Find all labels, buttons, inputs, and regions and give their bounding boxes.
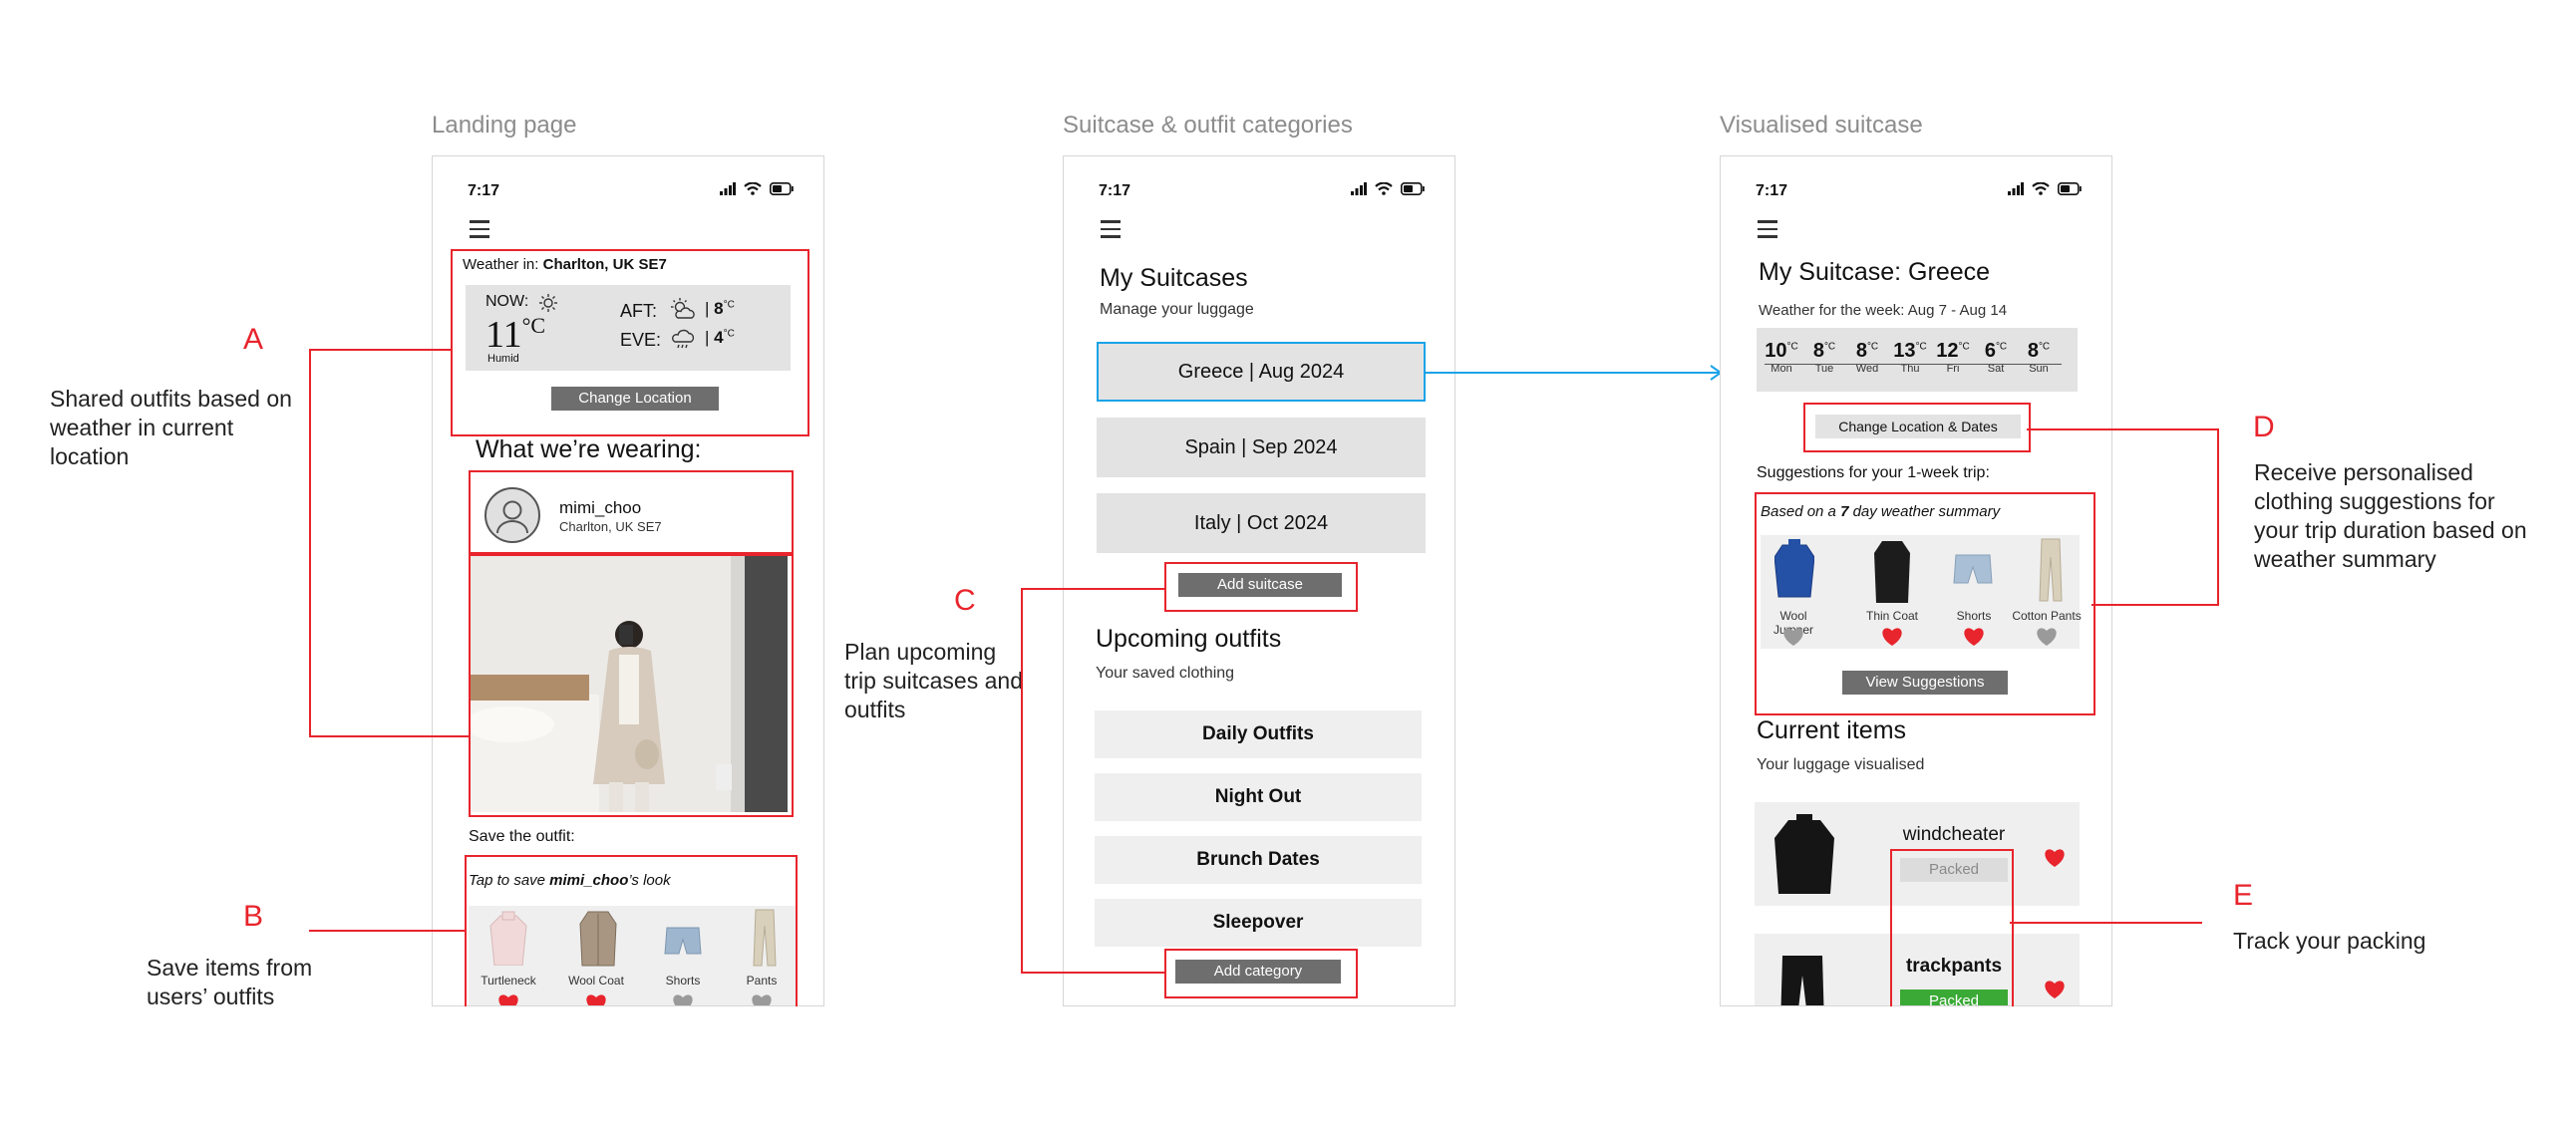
category-sleepover[interactable]: Sleepover [1095, 899, 1422, 947]
suitcase-screen-title: Suitcase & outfit categories [1063, 112, 1353, 139]
highlight-add-category [1164, 949, 1358, 998]
menu-icon[interactable] [1101, 220, 1121, 238]
wifi-icon [2032, 182, 2050, 195]
category-brunch-dates[interactable]: Brunch Dates [1095, 836, 1422, 884]
save-outfit-label: Save the outfit: [469, 828, 575, 845]
battery-icon [770, 182, 794, 195]
landing-screen-title: Landing page [432, 112, 577, 139]
suitcase-italy[interactable]: Italy | Oct 2024 [1097, 493, 1426, 553]
annotation-d-text: Receive personalised clothing suggestion… [2254, 459, 2527, 572]
forecast-divider [1765, 364, 2062, 365]
signal-icon [720, 182, 736, 195]
suitcase-greece[interactable]: Greece | Aug 2024 [1097, 342, 1426, 402]
weekly-weather-card: 10°C Mon 8°C Tue 8°C Wed 13°C Thu 12°C Fri 6°… [1757, 328, 2078, 392]
annotation-b-line [309, 930, 465, 932]
highlight-save-items [465, 855, 798, 1006]
outfits-subtitle: Your saved clothing [1096, 665, 1235, 682]
suitcases-title: My Suitcases [1100, 264, 1248, 292]
annotation-e-text: Track your packing [2233, 928, 2426, 954]
annotation-letter-e: E [2233, 879, 2254, 912]
wifi-icon [1375, 182, 1393, 195]
status-icons [1351, 182, 1425, 195]
highlight-packed [1890, 849, 2014, 1006]
day-forecast: 6°C Sat [1984, 340, 2008, 375]
highlight-post-header [469, 470, 794, 556]
day-forecast: 13°C Thu [1893, 340, 1927, 375]
annotation-c-line-bottom [1021, 972, 1164, 974]
annotation-letter-b: B [243, 900, 264, 933]
day-forecast: 12°C Fri [1936, 340, 1970, 375]
flow-arrow-line [1425, 372, 1719, 374]
highlight-weather [451, 249, 809, 436]
status-icons [720, 182, 794, 195]
annotation-c-bracket [1021, 588, 1023, 974]
trackpants-image [1780, 956, 1824, 1005]
weather-week: Weather for the week: Aug 7 - Aug 14 [1759, 302, 2008, 319]
category-daily-outfits[interactable]: Daily Outfits [1095, 710, 1422, 758]
visualised-screen-title: Visualised suitcase [1720, 112, 1923, 139]
current-items-title: Current items [1757, 716, 1907, 744]
suitcase-detail-title: My Suitcase: Greece [1759, 258, 1991, 286]
heart-icon[interactable] [2044, 848, 2066, 868]
annotation-b-text: Save items from users’ outfits [147, 955, 313, 1009]
highlight-change-dates [1803, 403, 2031, 452]
highlight-photo [469, 552, 794, 817]
day-forecast: 8°C Tue [1812, 340, 1836, 375]
menu-icon[interactable] [1758, 220, 1777, 238]
menu-icon[interactable] [470, 220, 489, 238]
suitcase-spain[interactable]: Spain | Sep 2024 [1097, 418, 1426, 477]
annotation-a-line-bottom [309, 735, 469, 737]
windcheater-image [1774, 814, 1834, 894]
status-time: 7:17 [468, 182, 500, 199]
wifi-icon [744, 182, 762, 195]
wearing-title: What we’re wearing: [476, 435, 702, 463]
heart-icon[interactable] [2044, 980, 2066, 999]
day-forecast: 8°C Sun [2027, 340, 2051, 375]
category-night-out[interactable]: Night Out [1095, 773, 1422, 821]
status-icons [2008, 182, 2082, 195]
annotation-a-line-top [309, 349, 451, 351]
annotation-letter-c: C [954, 584, 976, 617]
annotation-c-text: Plan upcoming trip suitcases and outfits [844, 639, 1023, 722]
suggestions-title: Suggestions for your 1-week trip: [1757, 464, 1990, 481]
status-time: 7:17 [1756, 182, 1788, 199]
current-items-subtitle: Your luggage visualised [1757, 756, 1925, 773]
annotation-d-line-top [2027, 428, 2219, 430]
annotation-letter-d: D [2253, 411, 2275, 443]
annotation-e-line [2010, 922, 2202, 924]
signal-icon [2008, 182, 2024, 195]
suitcases-subtitle: Manage your luggage [1100, 301, 1254, 318]
status-time: 7:17 [1099, 182, 1131, 199]
battery-icon [1401, 182, 1425, 195]
signal-icon [1351, 182, 1367, 195]
highlight-add-suitcase [1164, 562, 1358, 612]
annotation-d-bracket [2217, 428, 2219, 606]
annotation-a-bracket [309, 349, 311, 737]
annotation-a-text: Shared outfits based on weather in curre… [50, 386, 292, 469]
outfits-title: Upcoming outfits [1096, 625, 1282, 653]
annotation-c-line-top [1021, 588, 1164, 590]
item-name: windcheater [1902, 824, 2006, 845]
day-forecast: 10°C Mon [1765, 340, 1798, 375]
annotation-letter-a: A [243, 323, 264, 356]
highlight-suggestions [1755, 492, 2095, 715]
day-forecast: 8°C Wed [1855, 340, 1879, 375]
annotation-d-line-bottom [2092, 604, 2219, 606]
battery-icon [2058, 182, 2082, 195]
